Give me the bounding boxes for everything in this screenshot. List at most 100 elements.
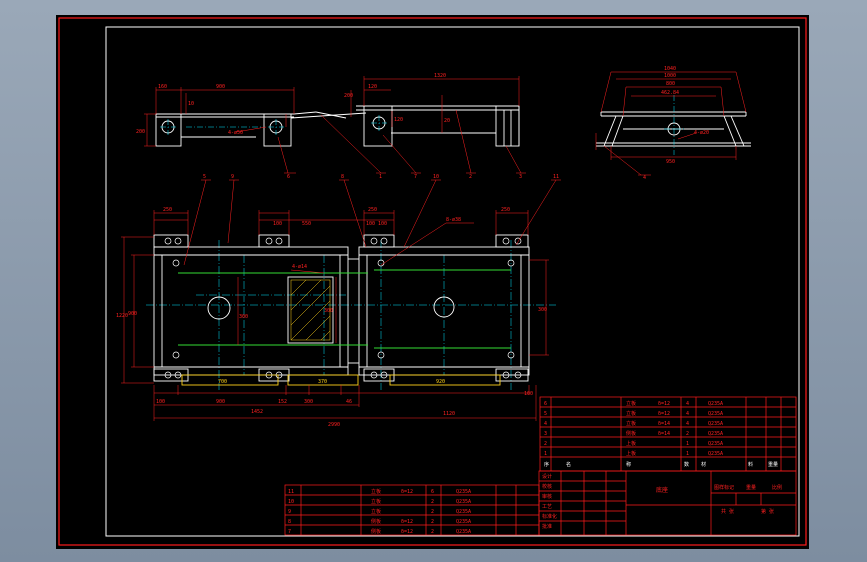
table-header: 材 xyxy=(701,461,706,468)
table-cell: 1 xyxy=(544,451,547,457)
table-cell: Q235A xyxy=(708,431,723,437)
table-cell: 立板 xyxy=(626,410,636,417)
lug xyxy=(258,234,290,248)
table-header: 料 xyxy=(748,461,753,468)
table-cell: 立板 xyxy=(371,488,381,495)
table-cell: 7 xyxy=(288,529,291,535)
dim-label: 4-ø50 xyxy=(228,130,243,136)
dim-label: 250 xyxy=(501,207,510,213)
end-bracket xyxy=(495,105,520,147)
dim-label: 20 xyxy=(444,118,450,124)
table-cell: 8 xyxy=(288,519,291,525)
dim-label: 1220 xyxy=(116,313,128,319)
title-block-cell: 审核 xyxy=(542,493,552,500)
table-header: 称 xyxy=(626,461,631,468)
table-cell: Q235A xyxy=(708,421,723,427)
dim-label: 120 xyxy=(394,117,403,123)
dim-label: 10 xyxy=(188,101,194,107)
title-block-cell: 标准化 xyxy=(542,513,557,520)
outer-frame xyxy=(58,17,807,546)
dim-label: 1120 xyxy=(443,411,455,417)
table-cell: δ=14 xyxy=(658,421,670,427)
callout-number: 5 xyxy=(203,174,206,180)
dim-label: 8-ø38 xyxy=(446,217,461,223)
side-view: 160 900 1320 200 120 10 4-ø50 200 20 120… xyxy=(136,73,526,180)
table-cell: Q235A xyxy=(456,519,471,525)
table-cell: Q235A xyxy=(456,499,471,505)
title-block-cell: 批准 xyxy=(542,523,552,530)
table-cell: 11 xyxy=(288,489,294,495)
table-cell: Q235A xyxy=(456,509,471,515)
dim-label: 900 xyxy=(216,399,225,405)
callout-number: 2 xyxy=(469,174,472,180)
region-label: 920 xyxy=(436,379,445,385)
small-hole xyxy=(174,237,182,245)
dim-label: 100 xyxy=(273,221,282,227)
dim-label: 300 xyxy=(239,314,248,320)
table-cell: 立板 xyxy=(626,420,636,427)
table-header: 重量 xyxy=(768,461,778,468)
callout-number: 7 xyxy=(414,174,417,180)
small-hole xyxy=(502,237,510,245)
table-cell: Q235A xyxy=(708,451,723,457)
dim-label: 250 xyxy=(368,207,377,213)
dim-label: 1320 xyxy=(434,73,446,79)
table-cell: 5 xyxy=(544,411,547,417)
table-cell: 2 xyxy=(544,441,547,447)
callout-number: 10 xyxy=(433,174,439,180)
table-cell: 4 xyxy=(544,421,547,427)
table-cell: 上板 xyxy=(626,440,636,447)
table-cell: δ=12 xyxy=(401,489,413,495)
title-block-cell: 设计 xyxy=(542,473,552,480)
callout-number: 3 xyxy=(519,174,522,180)
table-cell: 2 xyxy=(431,519,434,525)
callout-number: 9 xyxy=(231,174,234,180)
table-cell: 上板 xyxy=(626,450,636,457)
title-block: 底座 设计 校核 审核 工艺 标准化 批准 图样标记 重量 比例 共 张 第 张 xyxy=(538,470,797,536)
callout-number: 11 xyxy=(553,174,559,180)
title-block-cell: 共 张 xyxy=(721,508,734,515)
table-cell: 2 xyxy=(431,499,434,505)
dim-label: 152 xyxy=(278,399,287,405)
dim-label: 300 xyxy=(538,307,547,313)
table-cell: δ=12 xyxy=(658,411,670,417)
small-hole xyxy=(370,237,378,245)
dim-label: 4-ø14 xyxy=(292,264,307,270)
dim-label: 200 xyxy=(344,93,353,99)
table-cell: 6 xyxy=(431,489,434,495)
table-cell: Q235A xyxy=(708,401,723,407)
bottom-strip xyxy=(181,374,279,386)
dim-label: 100 xyxy=(524,391,533,397)
title-block-cell: 工艺 xyxy=(542,504,552,510)
drawing-title: 底座 xyxy=(656,486,668,494)
region-label: 370 xyxy=(318,379,327,385)
table-cell: 4 xyxy=(686,411,689,417)
table-cell: 3 xyxy=(544,431,547,437)
callout-number: 4 xyxy=(643,175,646,181)
drawing-viewport[interactable]: 160 900 1320 200 120 10 4-ø50 200 20 120… xyxy=(56,15,809,549)
table-cell: δ=14 xyxy=(658,431,670,437)
left-bracket xyxy=(155,113,182,147)
table-cell: 1 xyxy=(686,451,689,457)
small-hole xyxy=(514,237,522,245)
inner-frame xyxy=(105,26,800,537)
dim-label: 250 xyxy=(163,207,172,213)
lug xyxy=(495,234,529,248)
dim-label: 800 xyxy=(666,81,675,87)
title-block-cell: 校核 xyxy=(542,483,552,490)
table-cell: 侧板 xyxy=(626,430,636,437)
plan-view: 250 100 550 250 100 100 250 8-ø38 5 9 8 … xyxy=(116,174,561,428)
region-label: 700 xyxy=(218,379,227,385)
small-hole xyxy=(275,237,283,245)
table-cell: 1 xyxy=(686,441,689,447)
dim-label: 462.84 xyxy=(661,90,679,96)
dim-label: 1040 xyxy=(664,66,676,72)
small-hole xyxy=(380,237,388,245)
dim-label: 300 xyxy=(324,308,333,314)
left-frame xyxy=(153,246,349,376)
table-header: 序 xyxy=(544,461,549,468)
table-cell: 立板 xyxy=(626,400,636,407)
table-cell: 2 xyxy=(686,431,689,437)
middle-bracket xyxy=(263,113,292,147)
table-cell: 侧板 xyxy=(371,528,381,535)
